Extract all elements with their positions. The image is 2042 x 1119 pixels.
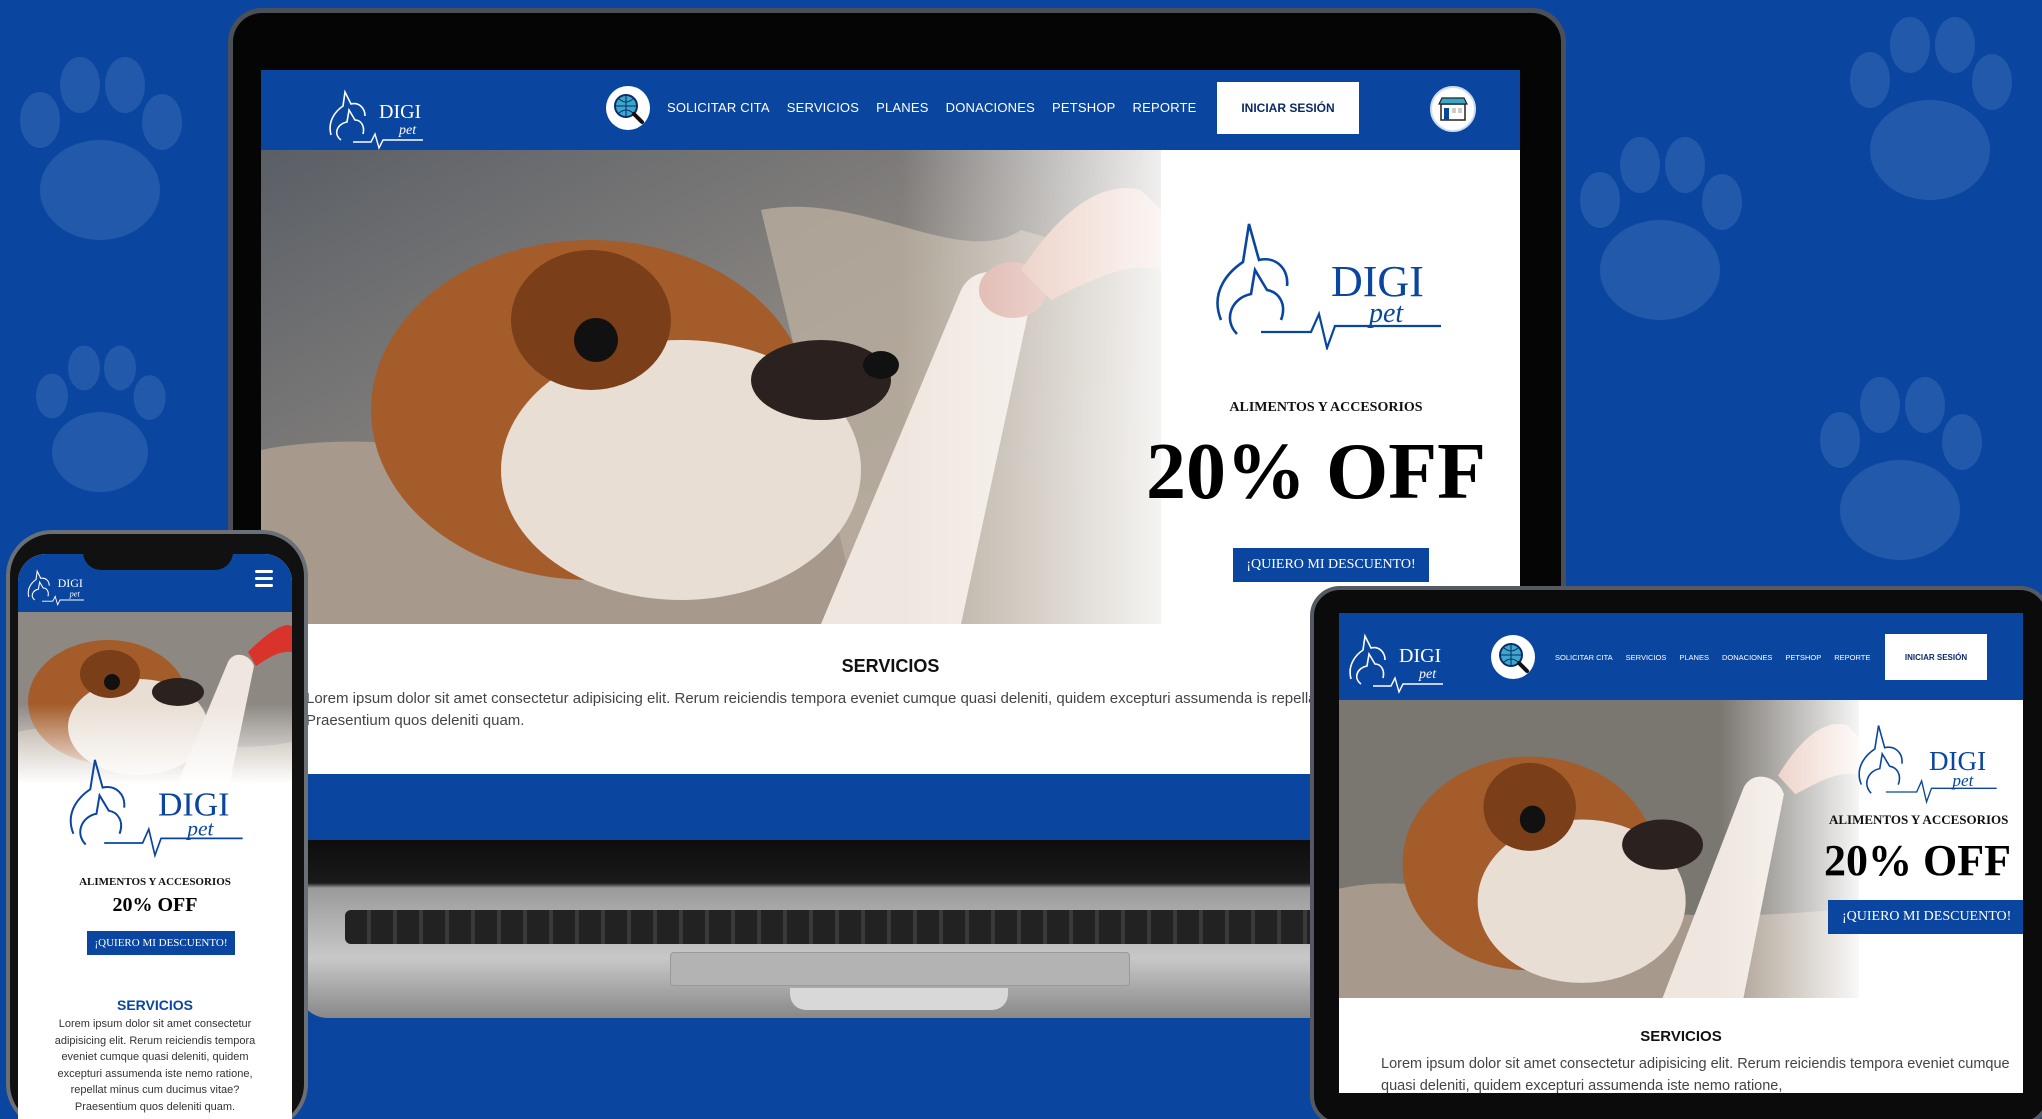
logo-text-top: DIGI xyxy=(58,576,83,590)
paw-print-decoration xyxy=(1830,0,2030,220)
nav-donaciones[interactable]: DONACIONES xyxy=(1722,653,1772,662)
services-title: SERVICIOS xyxy=(117,997,193,1013)
login-button[interactable]: INICIAR SESIÓN xyxy=(1885,634,1987,680)
paw-print-decoration xyxy=(1560,120,1760,340)
hero-logo-text-bottom: pet xyxy=(1367,298,1404,329)
hamburger-menu-icon[interactable] xyxy=(255,570,273,588)
tablet-navbar: DIGI pet SOLICITAR CITA SERVICIOS PLANES… xyxy=(1339,613,2023,700)
digipet-hero-logo: DIGI pet xyxy=(1849,710,2009,810)
laptop-hinge-notch xyxy=(790,988,1008,1010)
nav-servicios[interactable]: SERVICIOS xyxy=(787,100,859,115)
nav-servicios[interactable]: SERVICIOS xyxy=(1626,653,1667,662)
hero-logo-text-bottom: pet xyxy=(185,816,214,840)
desktop-navbar: DIGI pet SOLICITAR CITA SERVICIOS PLANES… xyxy=(261,70,1520,150)
logo-text-bottom: pet xyxy=(69,589,81,598)
discount-cta-button[interactable]: ¡QUIERO MI DESCUENTO! xyxy=(1828,900,2023,934)
tablet-menu: SOLICITAR CITA SERVICIOS PLANES DONACION… xyxy=(1555,653,1870,662)
hero-banner: DIGI pet ALIMENTOS Y ACCESORIOS 20% OFF … xyxy=(261,150,1520,624)
hero-discount: 20% OFF xyxy=(112,894,198,916)
digipet-logo[interactable]: DIGI pet xyxy=(323,80,433,150)
paw-print-decoration xyxy=(1800,360,2000,580)
nav-reporte[interactable]: REPORTE xyxy=(1133,100,1197,115)
hero-logo-text-bottom: pet xyxy=(1950,771,1974,790)
paw-print-decoration xyxy=(20,330,180,510)
nav-petshop[interactable]: PETSHOP xyxy=(1052,100,1116,115)
logo-text-top: DIGI xyxy=(1399,645,1441,667)
tablet-screen: DIGI pet SOLICITAR CITA SERVICIOS PLANES… xyxy=(1339,613,2023,1093)
nav-reporte[interactable]: REPORTE xyxy=(1834,653,1870,662)
logo-text-bottom: pet xyxy=(1418,667,1437,682)
nav-planes[interactable]: PLANES xyxy=(1679,653,1709,662)
globe-search-icon[interactable] xyxy=(1491,635,1535,679)
phone-screen: DIGI pet DIGI pet ALIMENTOS Y ACCESORIOS… xyxy=(18,554,292,1119)
hero-discount: 20% OFF xyxy=(1824,836,2011,885)
discount-cta-button[interactable]: ¡QUIERO MI DESCUENTO! xyxy=(87,931,235,955)
login-button[interactable]: INICIAR SESIÓN xyxy=(1217,82,1359,134)
hero-subtitle: ALIMENTOS Y ACCESORIOS xyxy=(1829,812,2009,827)
hero-banner: DIGI pet ALIMENTOS Y ACCESORIOS 20% OFF … xyxy=(1339,700,2023,998)
digipet-hero-logo: DIGI pet xyxy=(58,744,258,862)
discount-cta-button[interactable]: ¡QUIERO MI DESCUENTO! xyxy=(1233,548,1429,582)
nav-solicitar-cita[interactable]: SOLICITAR CITA xyxy=(667,100,770,115)
digipet-logo[interactable]: DIGI pet xyxy=(24,562,90,608)
digipet-hero-logo: DIGI pet xyxy=(1201,210,1461,352)
phone-notch xyxy=(83,540,233,570)
nav-petshop[interactable]: PETSHOP xyxy=(1785,653,1821,662)
logo-text-bottom: pet xyxy=(398,123,417,138)
globe-search-icon[interactable] xyxy=(606,86,650,130)
hero-subtitle: ALIMENTOS Y ACCESORIOS xyxy=(1229,400,1423,415)
services-title: SERVICIOS xyxy=(1640,1028,1722,1045)
hero-fade xyxy=(901,150,1201,624)
hero-subtitle: ALIMENTOS Y ACCESORIOS xyxy=(79,876,231,888)
digipet-logo[interactable]: DIGI pet xyxy=(1343,621,1453,697)
logo-text-top: DIGI xyxy=(379,101,421,123)
services-text: Lorem ipsum dolor sit amet consectetur a… xyxy=(1381,1056,2010,1093)
laptop-trackpad xyxy=(670,952,1130,986)
petshop-store-icon[interactable] xyxy=(1430,86,1476,132)
hero-discount: 20% OFF xyxy=(1146,428,1486,516)
services-text: Lorem ipsum dolor sit amet consectetur a… xyxy=(54,1018,256,1113)
nav-planes[interactable]: PLANES xyxy=(876,100,929,115)
desktop-menu: SOLICITAR CITA SERVICIOS PLANES DONACION… xyxy=(667,100,1197,115)
nav-solicitar-cita[interactable]: SOLICITAR CITA xyxy=(1555,653,1613,662)
paw-print-decoration xyxy=(0,40,200,260)
nav-donaciones[interactable]: DONACIONES xyxy=(946,100,1035,115)
